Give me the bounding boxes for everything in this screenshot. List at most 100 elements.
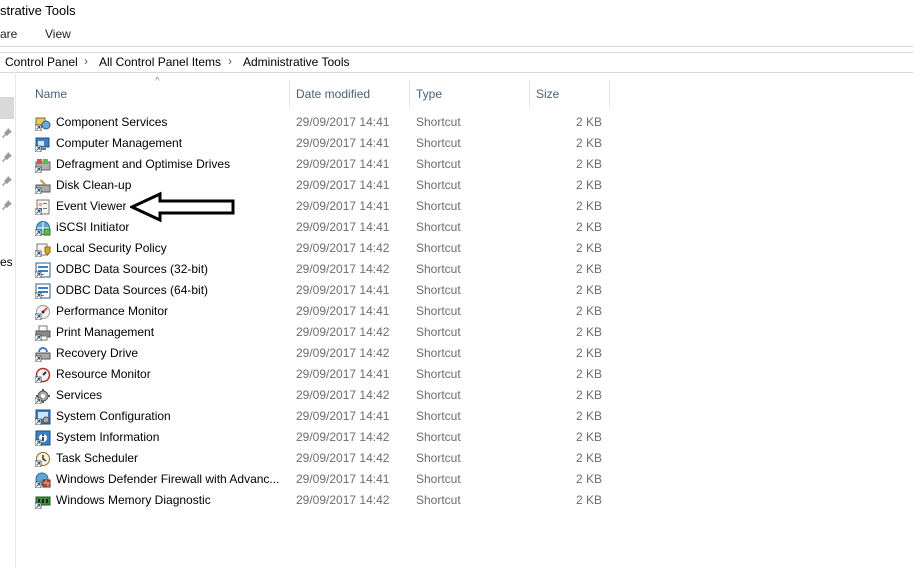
pin-icon[interactable] xyxy=(1,151,13,163)
navigation-pane: es xyxy=(0,74,16,568)
file-type: Shortcut xyxy=(416,430,461,444)
file-size: 2 KB xyxy=(575,241,602,255)
breadcrumb-admin-tools[interactable]: Administrative Tools xyxy=(243,55,350,69)
file-type: Shortcut xyxy=(416,409,461,423)
file-row[interactable]: Task Scheduler 29/09/2017 14:42 Shortcut 2 … xyxy=(32,448,609,469)
file-row[interactable]: System Information 29/09/2017 14:42 Shortc… xyxy=(32,427,609,448)
file-row[interactable]: Event Viewer 29/09/2017 14:41 Shortcut 2 KB xyxy=(32,196,609,217)
file-row[interactable]: Windows Memory Diagnostic 29/09/2017 14:4… xyxy=(32,490,609,511)
file-name: Computer Management xyxy=(56,136,183,150)
breadcrumb-all-items[interactable]: All Control Panel Items xyxy=(99,55,221,69)
memory-diagnostic-icon xyxy=(35,496,51,509)
file-type: Shortcut xyxy=(416,283,461,297)
file-row[interactable]: Computer Management 29/09/2017 14:41 Short… xyxy=(32,133,609,154)
file-row[interactable]: ODBC Data Sources (32-bit) 29/09/2017 14:… xyxy=(32,259,609,280)
file-row[interactable]: Print Management 29/09/2017 14:42 Shortcut… xyxy=(32,322,609,343)
file-name: Services xyxy=(56,388,103,402)
ribbon-divider xyxy=(0,46,913,47)
file-type: Shortcut xyxy=(416,451,461,465)
file-row[interactable]: Recovery Drive 29/09/2017 14:42 Shortcut 2 … xyxy=(32,343,609,364)
file-row[interactable]: Component Services 29/09/2017 14:41 Shortc… xyxy=(32,112,609,133)
file-date-modified: 29/09/2017 14:41 xyxy=(296,157,390,171)
nav-item-label[interactable]: es xyxy=(0,255,13,269)
pin-icon[interactable] xyxy=(1,127,13,139)
file-size: 2 KB xyxy=(575,199,602,213)
file-date-modified: 29/09/2017 14:42 xyxy=(296,346,390,360)
file-row[interactable]: System Configuration 29/09/2017 14:41 Shor… xyxy=(32,406,609,427)
column-header-date[interactable]: Date modified xyxy=(290,80,409,107)
file-type: Shortcut xyxy=(416,367,461,381)
file-size: 2 KB xyxy=(575,493,602,507)
file-date-modified: 29/09/2017 14:41 xyxy=(296,367,390,381)
odbc-icon xyxy=(35,262,51,278)
task-scheduler-icon xyxy=(35,452,50,467)
file-row[interactable]: Defragment and Optimise Drives 29/09/2017… xyxy=(32,154,609,175)
performance-monitor-icon xyxy=(35,305,50,320)
file-row[interactable]: Local Security Policy 29/09/2017 14:42 Sho… xyxy=(32,238,609,259)
event-viewer-icon xyxy=(35,199,50,215)
pin-icon[interactable] xyxy=(1,175,13,187)
file-name: ODBC Data Sources (32-bit) xyxy=(56,262,209,276)
disk-cleanup-icon xyxy=(35,179,51,194)
file-date-modified: 29/09/2017 14:42 xyxy=(296,451,390,465)
nav-selected-item[interactable] xyxy=(0,97,14,119)
file-type: Shortcut xyxy=(416,262,461,276)
file-size: 2 KB xyxy=(575,388,602,402)
firewall-icon xyxy=(35,472,51,488)
file-name: Resource Monitor xyxy=(56,367,151,381)
file-name: Recovery Drive xyxy=(56,346,139,360)
file-name: Component Services xyxy=(56,115,168,129)
breadcrumb-separator[interactable]: › xyxy=(228,54,232,68)
file-row[interactable]: Performance Monitor 29/09/2017 14:41 Short… xyxy=(32,301,609,322)
breadcrumb-control-panel[interactable]: Control Panel xyxy=(5,55,78,69)
tab-share[interactable]: are xyxy=(0,27,17,41)
file-row[interactable]: Services 29/09/2017 14:42 Shortcut 2 KB xyxy=(32,385,609,406)
file-type: Shortcut xyxy=(416,199,461,213)
file-date-modified: 29/09/2017 14:41 xyxy=(296,115,390,129)
title-bar: strative Tools xyxy=(0,0,913,24)
file-type: Shortcut xyxy=(416,157,461,171)
file-type: Shortcut xyxy=(416,472,461,486)
column-divider[interactable] xyxy=(609,80,610,107)
file-size: 2 KB xyxy=(575,472,602,486)
file-date-modified: 29/09/2017 14:42 xyxy=(296,241,390,255)
file-date-modified: 29/09/2017 14:41 xyxy=(296,220,390,234)
file-row[interactable]: Resource Monitor 29/09/2017 14:41 Shortcut… xyxy=(32,364,609,385)
system-information-icon xyxy=(35,430,51,446)
system-configuration-icon xyxy=(35,409,51,425)
file-row[interactable]: ODBC Data Sources (64-bit) 29/09/2017 14:… xyxy=(32,280,609,301)
resource-monitor-icon xyxy=(35,367,51,383)
address-bar[interactable]: Control Panel › All Control Panel Items … xyxy=(0,52,913,73)
file-size: 2 KB xyxy=(575,367,602,381)
file-name: Performance Monitor xyxy=(56,304,169,318)
tab-view[interactable]: View xyxy=(45,27,71,41)
file-size: 2 KB xyxy=(575,262,602,276)
file-type: Shortcut xyxy=(416,241,461,255)
file-row[interactable]: Disk Clean-up 29/09/2017 14:41 Shortcut 2 K… xyxy=(32,175,609,196)
file-name: iSCSI Initiator xyxy=(56,220,130,234)
file-name: ODBC Data Sources (64-bit) xyxy=(56,283,209,297)
file-date-modified: 29/09/2017 14:42 xyxy=(296,430,390,444)
file-date-modified: 29/09/2017 14:42 xyxy=(296,262,390,276)
column-header-type[interactable]: Type xyxy=(410,80,529,107)
file-size: 2 KB xyxy=(575,409,602,423)
file-size: 2 KB xyxy=(575,325,602,339)
odbc-icon xyxy=(35,283,51,299)
column-header-size[interactable]: Size xyxy=(530,80,609,107)
column-header-label: Name xyxy=(35,87,68,101)
column-header-label: Date modified xyxy=(296,87,371,101)
breadcrumb-separator[interactable]: › xyxy=(84,54,88,68)
file-row[interactable]: Windows Defender Firewall with Advanc...… xyxy=(32,469,609,490)
file-date-modified: 29/09/2017 14:42 xyxy=(296,493,390,507)
file-size: 2 KB xyxy=(575,178,602,192)
pin-icon[interactable] xyxy=(1,199,13,211)
file-size: 2 KB xyxy=(575,430,602,444)
column-header-label: Type xyxy=(416,87,443,101)
file-type: Shortcut xyxy=(416,325,461,339)
file-date-modified: 29/09/2017 14:41 xyxy=(296,304,390,318)
file-date-modified: 29/09/2017 14:41 xyxy=(296,136,390,150)
window-title: strative Tools xyxy=(0,3,76,18)
defragment-icon xyxy=(35,159,51,173)
file-row[interactable]: iSCSI Initiator 29/09/2017 14:41 Shortcut 2… xyxy=(32,217,609,238)
column-header-name[interactable]: Name xyxy=(32,80,289,107)
